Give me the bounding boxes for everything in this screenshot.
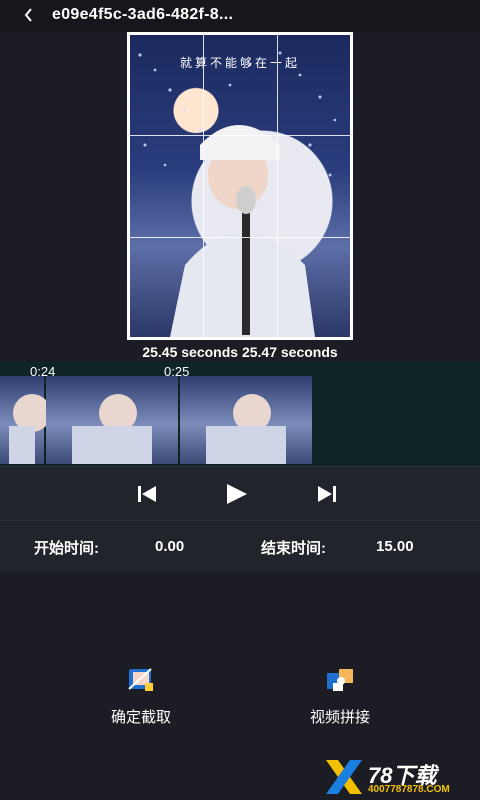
video-caption: 就算不能够在一起	[179, 56, 300, 70]
x-logo-icon	[326, 760, 362, 794]
start-time-label: 开始时间:	[34, 540, 99, 557]
crop-grid-line	[203, 35, 204, 337]
confirm-trim-label: 确定截取	[110, 709, 171, 726]
time-range-readout: 25.45 seconds 25.47 seconds	[142, 344, 338, 360]
crop-grid-line	[130, 135, 350, 136]
timeline-thumbnail	[0, 376, 52, 464]
chevron-left-icon[interactable]	[18, 4, 40, 26]
bokeh-lights	[138, 51, 337, 337]
end-time-value[interactable]: 15.00	[376, 538, 414, 555]
trim-times-bar: 开始时间: 0.00 结束时间: 15.00	[0, 521, 480, 573]
app-header: e09e4f5c-3ad6-482f-8...	[0, 0, 480, 32]
video-still	[130, 35, 350, 337]
puzzle-icon	[327, 669, 353, 691]
crop-grid-line	[130, 237, 350, 238]
start-time-value[interactable]: 0.00	[155, 538, 184, 555]
skip-previous-icon[interactable]	[134, 481, 160, 507]
crop-grid-line	[277, 35, 278, 337]
play-icon[interactable]	[223, 481, 251, 507]
confirm-trim-button[interactable]: 确定截取	[81, 663, 201, 727]
timeline-thumbnail	[46, 376, 178, 464]
playback-controls	[0, 466, 480, 521]
watermark-url: 4007787878.COM	[368, 784, 450, 795]
timeline-thumbnail	[180, 376, 312, 464]
page-title: e09e4f5c-3ad6-482f-8...	[52, 6, 234, 23]
video-merge-label: 视频拼接	[309, 709, 370, 726]
skip-next-icon[interactable]	[314, 481, 340, 507]
crop-frame-icon	[128, 668, 153, 691]
site-watermark: 78下载 4007787878.COM	[324, 758, 472, 796]
video-preview-area: 就算不能够在一起 25.45 seconds 25.47 seconds	[0, 32, 480, 362]
video-timeline[interactable]: 0:24 0:25	[0, 362, 480, 466]
video-merge-button[interactable]: 视频拼接	[280, 663, 400, 727]
end-time-label: 结束时间:	[261, 540, 326, 557]
video-frame[interactable]: 就算不能够在一起	[127, 32, 353, 340]
